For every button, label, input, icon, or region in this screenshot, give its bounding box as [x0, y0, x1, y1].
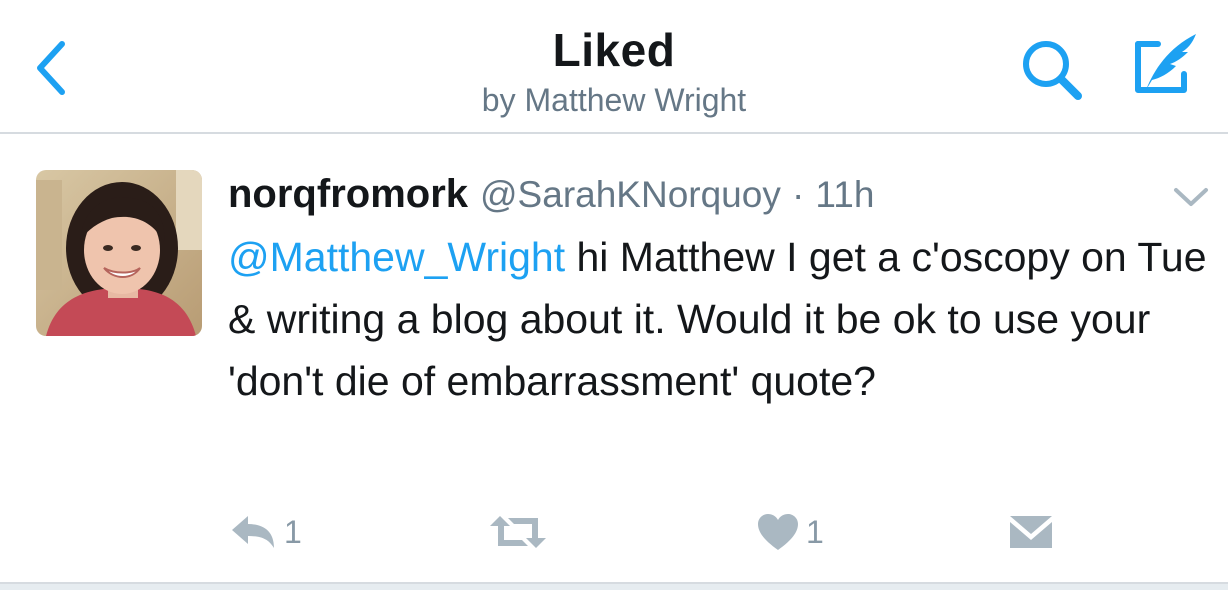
heart-icon: [758, 514, 798, 550]
reply-button[interactable]: 1: [228, 504, 302, 560]
like-button[interactable]: 1: [756, 504, 824, 560]
search-button[interactable]: [1018, 36, 1088, 106]
user-avatar-photo: [36, 170, 202, 336]
like-count: 1: [806, 513, 824, 550]
tweet-header: norqfromork @SarahKNorquoy · 11h: [228, 168, 874, 221]
divider: [0, 582, 1228, 590]
compose-tweet-icon: [1135, 34, 1196, 93]
search-icon: [1023, 41, 1082, 100]
user-handle[interactable]: @SarahKNorquoy: [480, 174, 781, 215]
tweet-options-button[interactable]: [1170, 182, 1212, 212]
separator-dot: ·: [791, 174, 805, 215]
tweet-text: @Matthew_Wright hi Matthew I get a c'osc…: [228, 226, 1208, 412]
timestamp: 11h: [815, 174, 875, 215]
reply-count: 1: [284, 513, 302, 550]
avatar[interactable]: [36, 170, 202, 336]
retweet-icon: [490, 516, 546, 548]
direct-message-button[interactable]: [1008, 504, 1054, 560]
tweet[interactable]: norqfromork @SarahKNorquoy · 11h @Matthew…: [0, 134, 1228, 582]
tweet-actions: 1 1: [0, 504, 1228, 560]
mention-link[interactable]: @Matthew_Wright: [228, 234, 565, 280]
compose-tweet-button[interactable]: [1128, 30, 1204, 102]
chevron-down-icon: [1174, 188, 1208, 206]
retweet-button[interactable]: [488, 504, 554, 560]
display-name[interactable]: norqfromork: [228, 172, 468, 216]
reply-icon: [232, 516, 274, 548]
liked-tweets-screen: Liked by Matthew Wright norqfromork @Sar…: [0, 0, 1228, 590]
navigation-header: Liked by Matthew Wright: [0, 0, 1228, 134]
envelope-icon: [1010, 516, 1052, 548]
